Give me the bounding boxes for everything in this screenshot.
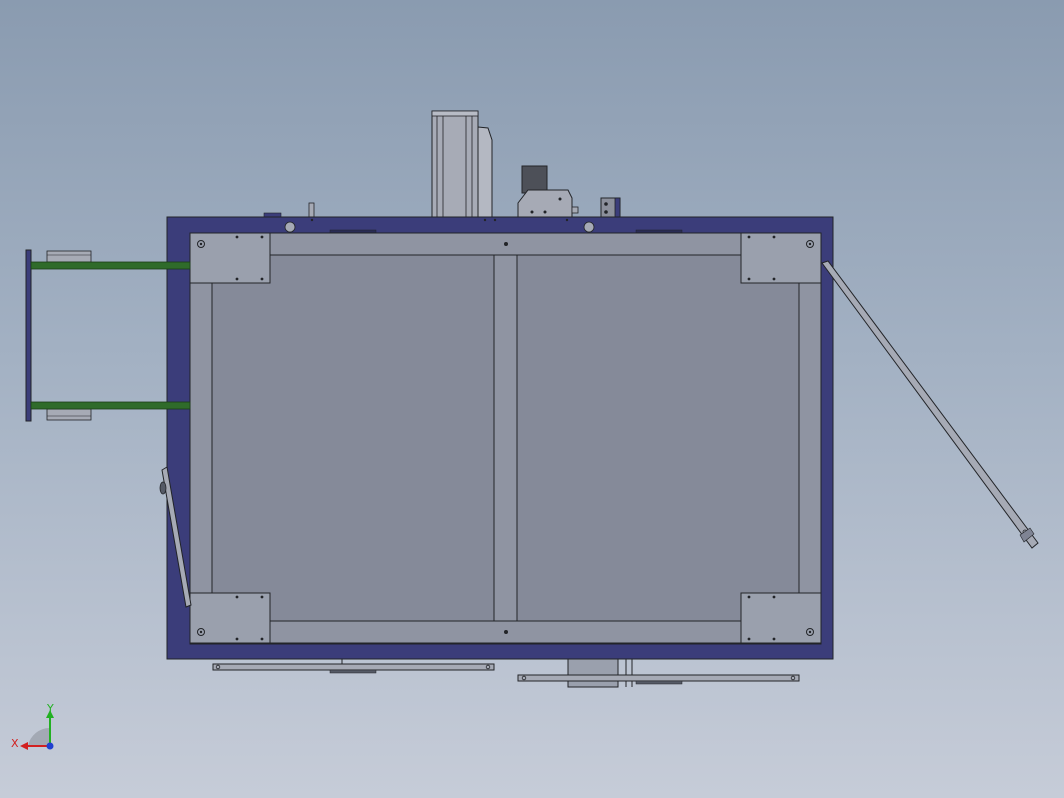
left-rail [189, 282, 213, 594]
small-pin [263, 202, 315, 218]
corner-plate-top-right [740, 232, 822, 284]
corner-plate-bottom-right [740, 592, 822, 644]
x-axis-label: X [11, 737, 19, 750]
vertical-column [431, 110, 493, 218]
bottom-center-block [567, 658, 633, 688]
y-axis-label: Y [46, 702, 54, 715]
center-divider [493, 254, 518, 622]
right-rail [798, 282, 822, 594]
right-diagonal-arm [821, 260, 1039, 549]
small-bracket [600, 197, 621, 218]
bottom-right-rail [517, 674, 800, 685]
axis-triad: X Y [11, 702, 54, 750]
corner-plate-top-left [189, 232, 271, 284]
cad-viewport[interactable]: X Y [0, 0, 1064, 798]
z-axis-point [46, 742, 54, 750]
right-panel [516, 254, 800, 622]
left-push-assembly [25, 249, 191, 422]
bottom-left-rail [212, 659, 495, 674]
left-panel [211, 254, 495, 622]
corner-plate-bottom-left [189, 592, 271, 644]
motor-block [517, 165, 579, 218]
cad-drawing: X Y [11, 110, 1039, 750]
